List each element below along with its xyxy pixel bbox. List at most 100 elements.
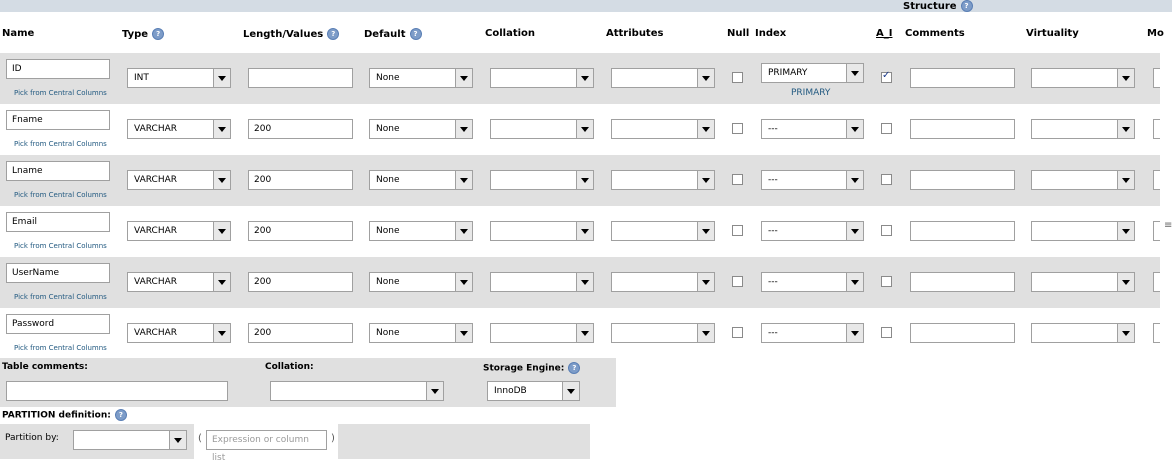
header-default: Default? [364, 28, 422, 40]
length-values-input[interactable]: 200 [248, 170, 353, 190]
comments-input[interactable] [910, 323, 1015, 343]
header-name: Name [2, 28, 35, 39]
pick-central-columns-link[interactable]: Pick from Central Columns [14, 242, 107, 250]
auto-increment-checkbox[interactable] [881, 225, 892, 236]
collation-select[interactable] [490, 170, 594, 190]
null-checkbox[interactable] [732, 276, 743, 287]
move-column-select[interactable] [1153, 119, 1160, 139]
index-select[interactable]: --- [761, 170, 864, 190]
virtuality-select[interactable] [1031, 272, 1135, 292]
auto-increment-checkbox[interactable] [881, 123, 892, 134]
pick-central-columns-link[interactable]: Pick from Central Columns [14, 191, 107, 199]
virtuality-select[interactable] [1031, 323, 1135, 343]
column-name-input[interactable]: Email [6, 212, 110, 232]
chevron-down-icon [697, 69, 714, 87]
default-select[interactable]: None [369, 221, 473, 241]
partition-expression-input[interactable]: Expression or column list [206, 430, 327, 463]
attributes-select[interactable] [611, 221, 715, 241]
move-column-select[interactable] [1153, 170, 1160, 190]
help-icon[interactable]: ? [114, 409, 127, 421]
collation-select[interactable] [490, 323, 594, 343]
default-select[interactable]: None [369, 323, 473, 343]
index-select[interactable]: PRIMARY [761, 63, 864, 83]
column-name-input[interactable]: Password [6, 314, 110, 334]
comments-input[interactable] [910, 221, 1015, 241]
index-select[interactable]: --- [761, 272, 864, 292]
help-icon[interactable]: ? [568, 362, 581, 374]
help-icon[interactable]: ? [960, 0, 973, 12]
column-name-input[interactable]: UserName [6, 263, 110, 283]
type-select[interactable]: VARCHAR [127, 170, 231, 190]
type-select[interactable]: INT [127, 68, 231, 88]
chevron-down-icon [455, 171, 472, 189]
pick-central-columns-link[interactable]: Pick from Central Columns [14, 89, 107, 97]
partition-by-select[interactable] [73, 430, 187, 450]
pick-central-columns-link[interactable]: Pick from Central Columns [14, 344, 107, 352]
comments-input[interactable] [910, 119, 1015, 139]
index-select[interactable]: --- [761, 221, 864, 241]
virtuality-select[interactable] [1031, 68, 1135, 88]
index-select[interactable]: --- [761, 119, 864, 139]
column-name-input[interactable]: Lname [6, 161, 110, 181]
chevron-down-icon [455, 273, 472, 291]
scrollbar-grip-icon[interactable]: ≡ [1164, 220, 1172, 231]
storage-engine-select[interactable]: InnoDB [487, 381, 580, 401]
default-select[interactable]: None [369, 272, 473, 292]
null-checkbox[interactable] [732, 225, 743, 236]
table-comments-input[interactable] [6, 381, 228, 401]
type-select[interactable]: VARCHAR [127, 323, 231, 343]
default-select[interactable]: None [369, 68, 473, 88]
move-column-select[interactable] [1153, 221, 1160, 241]
column-name-input[interactable]: ID [6, 59, 110, 79]
length-values-input[interactable]: 200 [248, 272, 353, 292]
virtuality-select[interactable] [1031, 119, 1135, 139]
help-icon[interactable]: ? [409, 28, 422, 40]
move-column-select[interactable] [1153, 323, 1160, 343]
length-values-input[interactable]: 200 [248, 323, 353, 343]
collation-select[interactable] [490, 221, 594, 241]
null-checkbox[interactable] [732, 123, 743, 134]
auto-increment-checkbox[interactable] [881, 174, 892, 185]
comments-input[interactable] [910, 170, 1015, 190]
collation-select[interactable] [490, 119, 594, 139]
header-auto-increment[interactable]: A_I [876, 28, 892, 39]
chevron-down-icon [1117, 171, 1134, 189]
help-icon[interactable]: ? [152, 28, 165, 40]
virtuality-select[interactable] [1031, 221, 1135, 241]
virtuality-select[interactable] [1031, 170, 1135, 190]
type-select[interactable]: VARCHAR [127, 119, 231, 139]
type-select[interactable]: VARCHAR [127, 272, 231, 292]
collation-select[interactable] [490, 272, 594, 292]
chevron-down-icon [1117, 222, 1134, 240]
attributes-select[interactable] [611, 68, 715, 88]
null-checkbox[interactable] [732, 72, 743, 83]
comments-input[interactable] [910, 68, 1015, 88]
table-collation-select[interactable] [270, 381, 444, 401]
length-values-input[interactable] [248, 68, 353, 88]
type-select[interactable]: VARCHAR [127, 221, 231, 241]
attributes-select[interactable] [611, 323, 715, 343]
pick-central-columns-link[interactable]: Pick from Central Columns [14, 293, 107, 301]
move-column-select[interactable] [1153, 272, 1160, 292]
length-values-input[interactable]: 200 [248, 221, 353, 241]
attributes-select[interactable] [611, 119, 715, 139]
auto-increment-checkbox[interactable] [881, 70, 892, 83]
move-column-select[interactable] [1153, 68, 1160, 88]
chevron-down-icon [213, 273, 230, 291]
index-select[interactable]: --- [761, 323, 864, 343]
help-icon[interactable]: ? [327, 28, 340, 40]
collation-select[interactable] [490, 68, 594, 88]
attributes-select[interactable] [611, 272, 715, 292]
length-values-input[interactable]: 200 [248, 119, 353, 139]
attributes-select[interactable] [611, 170, 715, 190]
default-select[interactable]: None [369, 119, 473, 139]
column-name-input[interactable]: Fname [6, 110, 110, 130]
pick-central-columns-link[interactable]: Pick from Central Columns [14, 140, 107, 148]
index-primary-label[interactable]: PRIMARY [791, 88, 830, 98]
default-select[interactable]: None [369, 170, 473, 190]
auto-increment-checkbox[interactable] [881, 276, 892, 287]
comments-input[interactable] [910, 272, 1015, 292]
auto-increment-checkbox[interactable] [881, 327, 892, 338]
null-checkbox[interactable] [732, 327, 743, 338]
null-checkbox[interactable] [732, 174, 743, 185]
